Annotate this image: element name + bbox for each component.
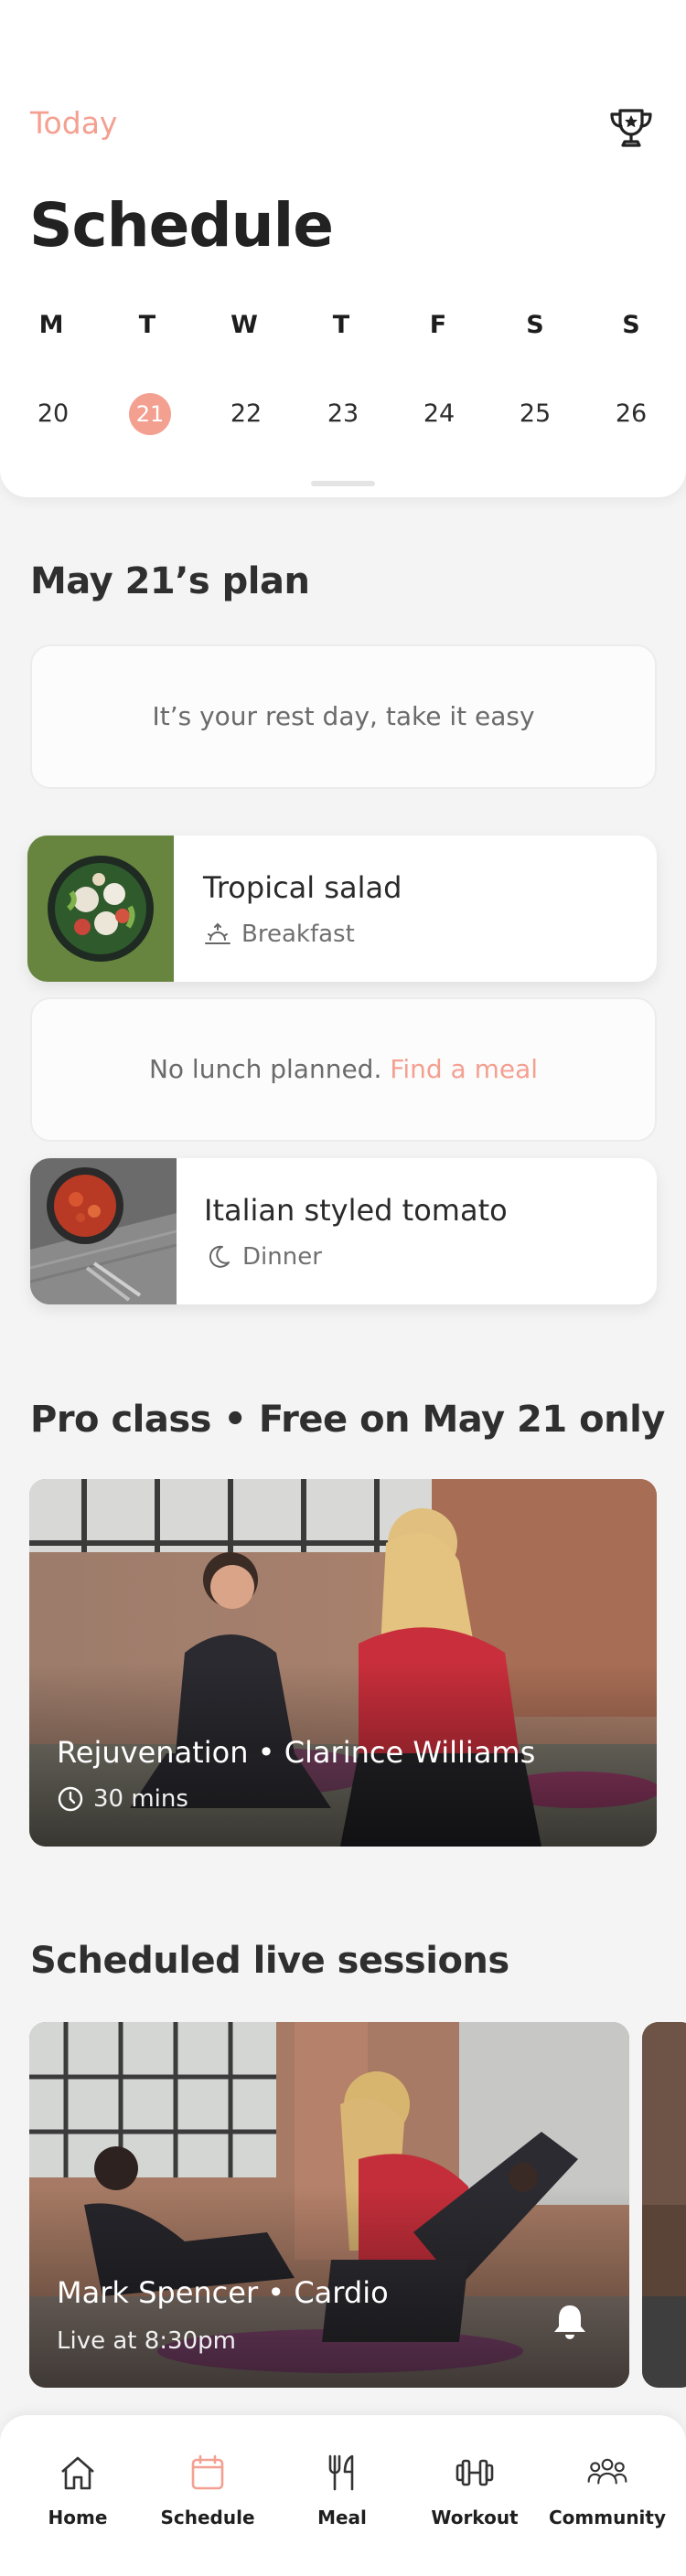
tab-label: Meal bbox=[317, 2507, 367, 2528]
weekday-label: T bbox=[332, 311, 350, 339]
date-item[interactable]: 25 bbox=[498, 393, 572, 435]
clock-icon bbox=[58, 1786, 83, 1812]
meal-type: Dinner bbox=[204, 1242, 322, 1272]
plan-title: May 21’s plan bbox=[30, 560, 310, 602]
utensils-icon bbox=[328, 2454, 354, 2491]
meal-name: Tropical salad bbox=[203, 870, 402, 905]
date-item[interactable]: 24 bbox=[402, 393, 476, 435]
date-item-label: 21 bbox=[129, 393, 171, 435]
live-session-title: Mark Spencer • Cardio bbox=[57, 2275, 389, 2310]
live-session-card[interactable]: Mark Spencer • Cardio Live at 8:30pm bbox=[29, 2022, 629, 2388]
date-item[interactable]: 20 bbox=[16, 393, 90, 435]
community-icon bbox=[587, 2458, 627, 2485]
tab-workout[interactable]: Workout bbox=[411, 2452, 539, 2528]
meal-type-label: Dinner bbox=[242, 1243, 322, 1271]
date-item[interactable]: 22 bbox=[209, 393, 283, 435]
weekday-label: T bbox=[138, 311, 156, 339]
home-icon bbox=[61, 2456, 94, 2490]
weekday-label: F bbox=[429, 311, 447, 339]
bell-icon[interactable] bbox=[550, 2302, 590, 2342]
weekday-label: W bbox=[230, 311, 258, 339]
meal-card-dinner[interactable]: Italian styled tomato Dinner bbox=[30, 1158, 657, 1304]
trophy-icon[interactable] bbox=[606, 102, 657, 154]
duration-label: 30 mins bbox=[93, 1785, 188, 1813]
meal-name: Italian styled tomato bbox=[204, 1193, 508, 1228]
tab-label: Workout bbox=[431, 2507, 519, 2528]
pro-class-duration: 30 mins bbox=[57, 1785, 188, 1813]
live-session-card-next[interactable] bbox=[642, 2022, 686, 2388]
tab-schedule[interactable]: Schedule bbox=[144, 2452, 272, 2528]
date-item-selected[interactable]: 21 bbox=[113, 393, 187, 435]
live-session-time: Live at 8:30pm bbox=[57, 2327, 236, 2355]
salad-image bbox=[27, 836, 174, 982]
week-strip: M T W T F S S 20 21 22 23 24 25 26 bbox=[0, 311, 686, 439]
pro-class-card[interactable]: Rejuvenation • Clarince Williams 30 mins bbox=[29, 1479, 657, 1847]
find-meal-link[interactable]: Find a meal bbox=[390, 1054, 538, 1084]
meal-type: Breakfast bbox=[203, 920, 355, 949]
tab-home[interactable]: Home bbox=[14, 2452, 142, 2528]
date-item[interactable]: 26 bbox=[595, 393, 668, 435]
pro-class-name: Rejuvenation • Clarince Williams bbox=[57, 1735, 536, 1770]
pro-class-title: Pro class • Free on May 21 only bbox=[30, 1399, 665, 1441]
no-lunch-card: No lunch planned. Find a meal bbox=[30, 997, 657, 1142]
page-title: Schedule bbox=[29, 190, 334, 261]
rest-day-card: It’s your rest day, take it easy bbox=[30, 644, 657, 789]
date-item[interactable]: 23 bbox=[306, 393, 380, 435]
tab-label: Schedule bbox=[160, 2507, 255, 2528]
today-link[interactable]: Today bbox=[30, 105, 117, 141]
rest-day-text: It’s your rest day, take it easy bbox=[152, 701, 535, 731]
calendar-icon bbox=[191, 2454, 224, 2490]
meal-card-breakfast[interactable]: Tropical salad Breakfast bbox=[27, 836, 657, 982]
live-sessions-title: Scheduled live sessions bbox=[30, 1940, 509, 1982]
sunrise-icon bbox=[205, 922, 230, 944]
bottom-tab-bar: Home Schedule Meal Workout Community bbox=[0, 2415, 686, 2576]
no-lunch-message: No lunch planned. Find a meal bbox=[32, 1054, 655, 1084]
tab-label: Home bbox=[48, 2507, 108, 2528]
meal-type-label: Breakfast bbox=[241, 921, 355, 948]
tab-meal[interactable]: Meal bbox=[278, 2452, 406, 2528]
schedule-screen: Today Schedule M T W T F S S 20 21 22 23 bbox=[0, 0, 686, 2576]
dumbbell-icon bbox=[456, 2459, 494, 2486]
weekday-label: S bbox=[622, 311, 640, 339]
weekday-label: M bbox=[38, 311, 64, 339]
tab-community[interactable]: Community bbox=[543, 2452, 671, 2528]
drag-handle[interactable] bbox=[311, 481, 375, 486]
no-lunch-text: No lunch planned. bbox=[148, 1054, 382, 1084]
live-session-image-next bbox=[642, 2022, 686, 2388]
tab-label: Community bbox=[548, 2507, 667, 2528]
schedule-header: Today Schedule M T W T F S S 20 21 22 23 bbox=[0, 0, 686, 497]
moon-icon bbox=[209, 1245, 230, 1268]
tomato-dish-image bbox=[30, 1158, 177, 1304]
weekday-label: S bbox=[526, 311, 544, 339]
